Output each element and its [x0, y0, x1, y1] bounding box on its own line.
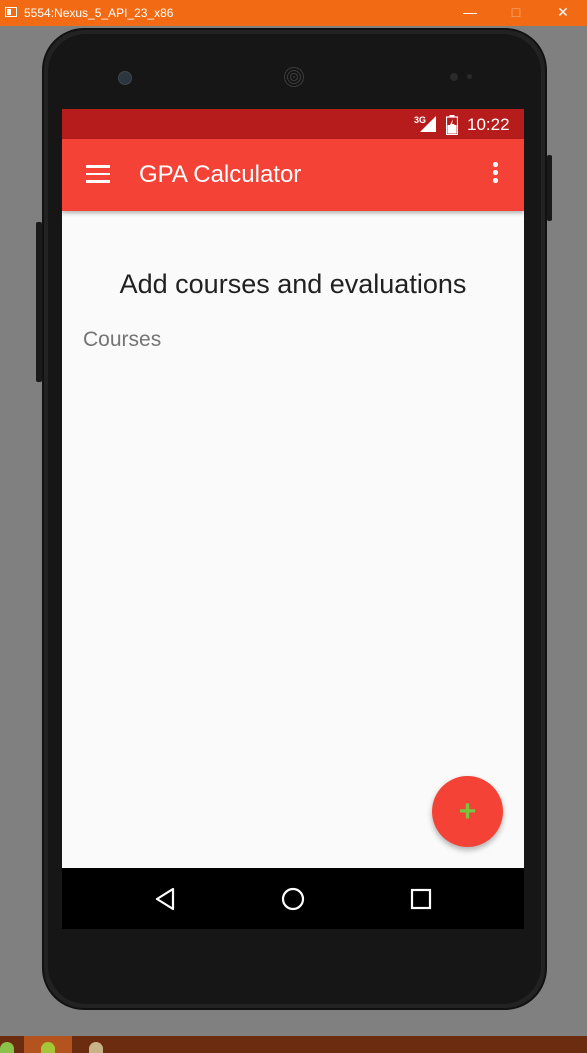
- taskbar-item-paint-icon[interactable]: [75, 1036, 123, 1053]
- taskbar-item-emulator-icon[interactable]: [24, 1036, 72, 1053]
- status-time: 10:22: [467, 115, 510, 134]
- add-course-fab[interactable]: +: [432, 776, 503, 847]
- earpiece-speaker-icon: [283, 66, 305, 88]
- home-circle-icon[interactable]: [278, 884, 308, 914]
- emulator-window-title: 5554:Nexus_5_API_23_x86: [24, 6, 174, 20]
- courses-section-label: Courses: [83, 328, 162, 351]
- hamburger-menu-icon[interactable]: [86, 165, 110, 185]
- page-headline: Add courses and evaluations: [119, 269, 467, 299]
- app-title: GPA Calculator: [139, 161, 302, 188]
- device-screen: 3G 10:22 GPA Calculator Add courses and …: [62, 109, 524, 929]
- signal-icon: [420, 116, 436, 132]
- light-sensor-icon: [467, 74, 472, 79]
- taskbar: [0, 1036, 587, 1053]
- front-camera-icon: [118, 71, 132, 85]
- proximity-sensor-icon: [450, 73, 458, 81]
- emulator-title-bar: 5554:Nexus_5_API_23_x86 — □ ✕: [0, 0, 587, 26]
- back-triangle-icon[interactable]: [151, 884, 181, 914]
- status-bar: 3G 10:22: [62, 109, 524, 139]
- app-bar: GPA Calculator: [62, 139, 524, 211]
- more-vert-icon[interactable]: [490, 162, 500, 188]
- emulator-window-icon: [5, 7, 17, 17]
- system-nav-bar: [62, 868, 524, 929]
- recents-square-icon[interactable]: [406, 884, 436, 914]
- add-icon: +: [458, 794, 477, 828]
- battery-icon: [446, 115, 458, 135]
- maximize-button[interactable]: □: [505, 2, 527, 22]
- volume-button[interactable]: [36, 222, 42, 382]
- power-button[interactable]: [547, 155, 552, 221]
- minimize-button[interactable]: —: [459, 2, 481, 22]
- close-button[interactable]: ✕: [552, 2, 574, 22]
